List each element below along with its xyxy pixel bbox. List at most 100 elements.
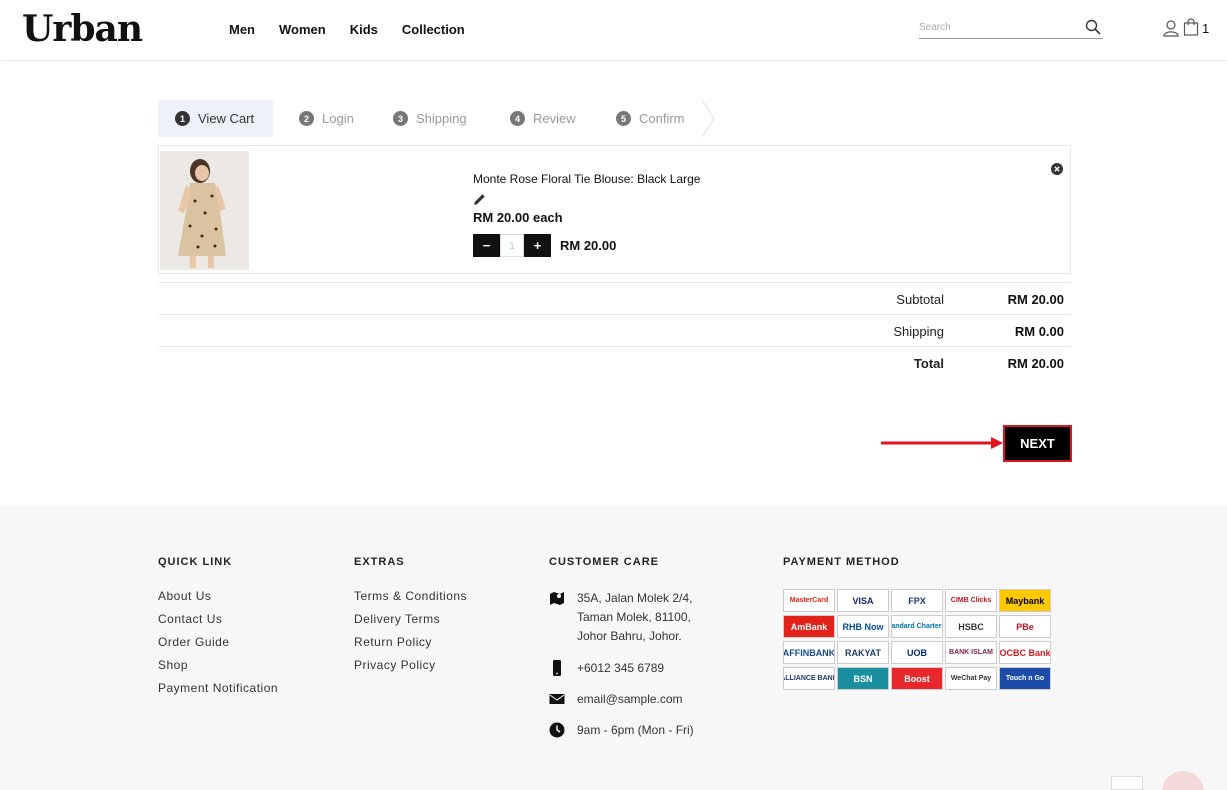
phone-number[interactable]: +6012 345 6789 (577, 659, 694, 678)
quick-link-column: QUICK LINK About Us Contact Us Order Gui… (158, 556, 278, 704)
payment-method-column: PAYMENT METHOD MasterCard VISA FPX CIMB Cli… (783, 556, 1051, 690)
line-total: RM 20.00 (560, 238, 617, 253)
footer-link-terms[interactable]: Terms & Conditions (354, 589, 467, 612)
payment-logo-ambank: AmBank (783, 615, 835, 638)
search-input[interactable] (919, 19, 1079, 33)
payment-logo-wechat-pay: WeChat Pay (945, 667, 997, 690)
footer-link-delivery-terms[interactable]: Delivery Terms (354, 612, 467, 635)
step-view-cart[interactable]: 1 View Cart (158, 100, 285, 137)
step-number: 5 (616, 111, 631, 126)
shipping-row: Shipping RM 0.00 (158, 314, 1071, 346)
footer-link-contact-us[interactable]: Contact Us (158, 612, 278, 635)
payment-logo-affinbank: AFFINBANK (783, 641, 835, 664)
payment-logo-fpx: FPX (891, 589, 943, 612)
quantity-stepper: − + (473, 234, 551, 257)
address-line: 35A, Jalan Molek 2/4, (577, 591, 693, 605)
address-line: Taman Molek, 81100, (577, 610, 691, 624)
address-line: Johor Bahru, Johor. (577, 629, 682, 643)
user-icon[interactable] (1162, 19, 1180, 37)
footer-heading: PAYMENT METHOD (783, 556, 900, 568)
step-shipping[interactable]: 3 Shipping (369, 100, 498, 137)
search-box (919, 17, 1103, 39)
logo[interactable]: Urban (22, 8, 143, 50)
increase-quantity-button[interactable]: + (524, 234, 551, 257)
step-login[interactable]: 2 Login (273, 100, 381, 137)
remove-item-icon[interactable] (1051, 163, 1063, 175)
payment-logo-maybank: Maybank (999, 589, 1051, 612)
payment-logo-boost: Boost (891, 667, 943, 690)
step-label: Review (533, 111, 576, 126)
site-header: Urban Men Women Kids Collection 1 (0, 0, 1227, 61)
nav-collection[interactable]: Collection (402, 22, 465, 37)
checkout-steps: 1 View Cart 2 Login 3 Shipping 4 Review … (158, 100, 714, 137)
customer-care-column: CUSTOMER CARE 35A, Jalan Molek 2/4, Tama… (549, 556, 694, 740)
care-email: email@sample.com (549, 690, 694, 709)
shopping-bag-icon[interactable] (1183, 18, 1199, 36)
payment-logo-pbe: PBe (999, 615, 1051, 638)
footer-link-payment-notification[interactable]: Payment Notification (158, 681, 278, 704)
cart-count: 1 (1202, 21, 1210, 36)
step-number: 2 (299, 111, 314, 126)
map-icon (550, 592, 564, 605)
step-number: 1 (175, 111, 190, 126)
payment-logo-cimb-clicks: CIMB Clicks (945, 589, 997, 612)
step-label: Shipping (416, 111, 467, 126)
step-label: View Cart (198, 111, 255, 126)
care-address: 35A, Jalan Molek 2/4, Taman Molek, 81100… (549, 589, 694, 646)
decrease-quantity-button[interactable]: − (473, 234, 500, 257)
product-title[interactable]: Monte Rose Floral Tie Blouse: Black Larg… (473, 172, 700, 186)
total-label: Total (913, 356, 944, 371)
care-phone: +6012 345 6789 (549, 659, 694, 678)
product-image[interactable] (160, 151, 249, 270)
payment-logo-ocbc-bank: OCBC Bank (999, 641, 1051, 664)
footer-link-order-guide[interactable]: Order Guide (158, 635, 278, 658)
unit-price: RM 20.00 each (473, 210, 563, 225)
email-address[interactable]: email@sample.com (577, 690, 694, 709)
payment-logo-hsbc: HSBC (945, 615, 997, 638)
subtotal-row: Subtotal RM 20.00 (158, 282, 1071, 314)
arrow-right-icon (881, 437, 1003, 449)
footer-link-privacy-policy[interactable]: Privacy Policy (354, 658, 467, 681)
total-value: RM 20.00 (1007, 356, 1064, 371)
nav-men[interactable]: Men (229, 22, 255, 37)
step-confirm[interactable]: 5 Confirm (592, 100, 714, 137)
extras-column: EXTRAS Terms & Conditions Delivery Terms… (354, 556, 467, 681)
mobile-phone-icon (553, 660, 561, 676)
payment-logo-rhb-now: RHB Now (837, 615, 889, 638)
nav-kids[interactable]: Kids (350, 22, 378, 37)
payment-logo-uob: UOB (891, 641, 943, 664)
shipping-value: RM 0.00 (1014, 324, 1064, 339)
payment-logo-standard-chartered: Standard Chartered (891, 615, 943, 638)
care-hours: 9am - 6pm (Mon - Fri) (549, 721, 694, 740)
scroll-to-top-button[interactable] (1111, 776, 1143, 790)
step-review[interactable]: 4 Review (486, 100, 604, 137)
subtotal-label: Subtotal (896, 292, 944, 307)
business-hours: 9am - 6pm (Mon - Fri) (577, 723, 694, 737)
footer-heading: EXTRAS (354, 556, 405, 568)
order-summary: Subtotal RM 20.00 Shipping RM 0.00 Total… (158, 282, 1071, 378)
step-label: Confirm (639, 111, 685, 126)
clock-icon (549, 722, 565, 738)
site-footer: QUICK LINK About Us Contact Us Order Gui… (0, 505, 1227, 790)
payment-logo-mastercard: MasterCard (783, 589, 835, 612)
quantity-input[interactable] (500, 234, 524, 257)
payment-logo-bank-islam: BANK ISLAM (945, 641, 997, 664)
main-nav: Men Women Kids Collection (229, 22, 465, 37)
footer-heading: CUSTOMER CARE (549, 556, 659, 568)
payment-logo-bsn: BSN (837, 667, 889, 690)
footer-heading: QUICK LINK (158, 556, 233, 568)
payment-logos: MasterCard VISA FPX CIMB Clicks Maybank AmBan… (783, 589, 1051, 690)
next-button[interactable]: NEXT (1003, 425, 1072, 462)
search-icon[interactable] (1085, 19, 1101, 35)
footer-link-about-us[interactable]: About Us (158, 589, 278, 612)
payment-logo-touch-n-go: Touch n Go (999, 667, 1051, 690)
footer-link-return-policy[interactable]: Return Policy (354, 635, 467, 658)
pencil-icon[interactable] (473, 193, 486, 206)
footer-link-shop[interactable]: Shop (158, 658, 278, 681)
shipping-label: Shipping (893, 324, 944, 339)
step-label: Login (322, 111, 354, 126)
chevron-right-icon (702, 100, 714, 137)
nav-women[interactable]: Women (279, 22, 326, 37)
total-row: Total RM 20.00 (158, 346, 1071, 378)
payment-logo-rakyat: RAKYAT (837, 641, 889, 664)
